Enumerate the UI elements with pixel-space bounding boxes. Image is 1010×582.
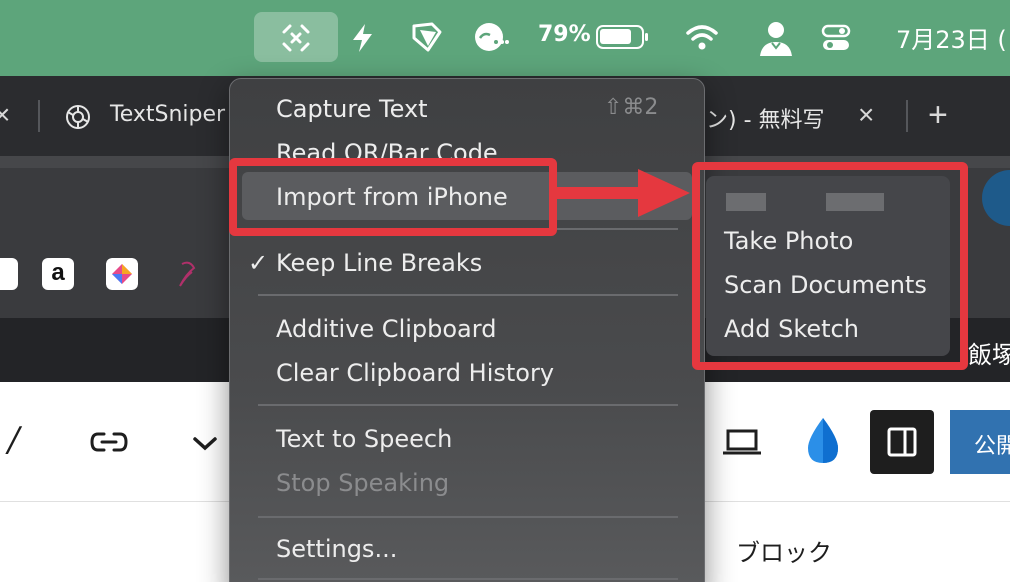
menu-item-capture-text[interactable]: Capture Text bbox=[276, 95, 428, 123]
close-tab-icon[interactable]: × bbox=[0, 99, 10, 131]
chevron-down-icon[interactable] bbox=[192, 436, 218, 452]
bolt-icon[interactable] bbox=[350, 22, 376, 54]
user-icon[interactable] bbox=[756, 18, 796, 58]
tab-textsniper[interactable]: TextSniper bbox=[110, 102, 225, 127]
tag-icon[interactable] bbox=[410, 20, 444, 54]
new-tab-icon[interactable]: + bbox=[928, 96, 948, 135]
cloud-icon[interactable] bbox=[472, 20, 510, 54]
amazon-icon[interactable]: a bbox=[42, 258, 74, 290]
sidebar-toggle-button[interactable] bbox=[870, 410, 934, 474]
wifi-icon[interactable] bbox=[684, 22, 720, 52]
menu-item-stop-speaking: Stop Speaking bbox=[276, 469, 450, 497]
menu-separator bbox=[258, 404, 678, 406]
openai-icon bbox=[66, 105, 90, 129]
menu-item-keep-line-breaks[interactable]: Keep Line Breaks bbox=[276, 249, 482, 277]
battery-percent: 79% bbox=[538, 22, 591, 47]
heart-icon[interactable] bbox=[172, 258, 204, 290]
textsniper-capture-icon bbox=[282, 24, 310, 52]
checkmark-icon: ✓ bbox=[248, 249, 269, 277]
admin-bar-text: 飯塚 bbox=[968, 341, 1010, 369]
close-tab-icon[interactable]: × bbox=[858, 99, 874, 131]
link-icon[interactable] bbox=[90, 428, 128, 456]
annotation-box-import bbox=[229, 158, 557, 236]
capture-shortcut: ⇧⌘2 bbox=[604, 95, 659, 120]
publish-button[interactable]: 公開 bbox=[950, 410, 1010, 474]
control-center-icon[interactable] bbox=[820, 22, 852, 54]
menu-item-additive-clipboard[interactable]: Additive Clipboard bbox=[276, 315, 496, 343]
menu-bar: 79% 7月23日 ( bbox=[0, 0, 1010, 76]
drop-icon[interactable] bbox=[804, 416, 842, 466]
battery-icon[interactable] bbox=[596, 25, 648, 49]
block-tab[interactable]: ブロック bbox=[736, 533, 832, 568]
laptop-preview-icon[interactable] bbox=[722, 428, 762, 456]
menu-item-text-to-speech[interactable]: Text to Speech bbox=[276, 425, 452, 453]
clock-date[interactable]: 7月23日 ( bbox=[896, 20, 1007, 55]
menu-separator bbox=[258, 294, 678, 296]
menu-item-settings[interactable]: Settings... bbox=[276, 535, 397, 563]
app-icon[interactable] bbox=[106, 258, 138, 290]
annotation-box-submenu bbox=[692, 162, 968, 370]
menu-separator bbox=[258, 578, 678, 580]
bookmark-icon[interactable] bbox=[0, 258, 18, 290]
tab-photo-site[interactable]: ン) - 無料写 bbox=[706, 102, 825, 134]
annotation-arrow-icon bbox=[554, 169, 690, 217]
menu-item-clear-history[interactable]: Clear Clipboard History bbox=[276, 359, 554, 387]
tab-divider bbox=[38, 100, 40, 132]
italic-button[interactable]: / bbox=[8, 420, 19, 460]
menu-separator bbox=[258, 516, 678, 518]
tab-divider bbox=[906, 100, 908, 132]
sidebar-icon bbox=[887, 427, 917, 457]
